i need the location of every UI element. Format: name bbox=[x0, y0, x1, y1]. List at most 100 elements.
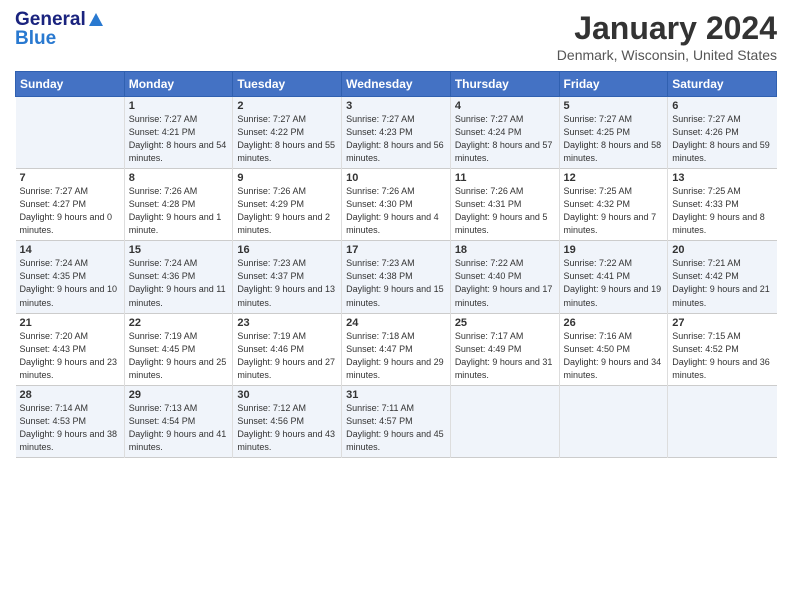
day-info: Sunrise: 7:24 AMSunset: 4:36 PMDaylight:… bbox=[129, 257, 229, 309]
day-cell: 10Sunrise: 7:26 AMSunset: 4:30 PMDayligh… bbox=[342, 169, 451, 241]
day-info: Sunrise: 7:12 AMSunset: 4:56 PMDaylight:… bbox=[237, 402, 337, 454]
day-cell: 28Sunrise: 7:14 AMSunset: 4:53 PMDayligh… bbox=[16, 385, 125, 457]
day-cell: 23Sunrise: 7:19 AMSunset: 4:46 PMDayligh… bbox=[233, 313, 342, 385]
day-cell: 4Sunrise: 7:27 AMSunset: 4:24 PMDaylight… bbox=[450, 97, 559, 169]
day-cell: 11Sunrise: 7:26 AMSunset: 4:31 PMDayligh… bbox=[450, 169, 559, 241]
day-info: Sunrise: 7:22 AMSunset: 4:41 PMDaylight:… bbox=[564, 257, 664, 309]
day-cell: 9Sunrise: 7:26 AMSunset: 4:29 PMDaylight… bbox=[233, 169, 342, 241]
day-number: 24 bbox=[346, 317, 446, 329]
day-cell: 16Sunrise: 7:23 AMSunset: 4:37 PMDayligh… bbox=[233, 241, 342, 313]
day-info: Sunrise: 7:25 AMSunset: 4:33 PMDaylight:… bbox=[672, 185, 772, 237]
day-info: Sunrise: 7:14 AMSunset: 4:53 PMDaylight:… bbox=[20, 402, 120, 454]
day-info: Sunrise: 7:27 AMSunset: 4:27 PMDaylight:… bbox=[20, 185, 120, 237]
header: General Blue January 2024 Denmark, Wisco… bbox=[15, 10, 777, 63]
day-info: Sunrise: 7:24 AMSunset: 4:35 PMDaylight:… bbox=[20, 257, 120, 309]
day-number: 12 bbox=[564, 172, 664, 184]
day-cell: 17Sunrise: 7:23 AMSunset: 4:38 PMDayligh… bbox=[342, 241, 451, 313]
day-info: Sunrise: 7:21 AMSunset: 4:42 PMDaylight:… bbox=[672, 257, 772, 309]
day-info: Sunrise: 7:27 AMSunset: 4:22 PMDaylight:… bbox=[237, 113, 337, 165]
day-info: Sunrise: 7:27 AMSunset: 4:26 PMDaylight:… bbox=[672, 113, 772, 165]
day-cell: 25Sunrise: 7:17 AMSunset: 4:49 PMDayligh… bbox=[450, 313, 559, 385]
day-number: 6 bbox=[672, 100, 772, 112]
title-section: January 2024 Denmark, Wisconsin, United … bbox=[557, 10, 777, 63]
day-info: Sunrise: 7:16 AMSunset: 4:50 PMDaylight:… bbox=[564, 330, 664, 382]
day-cell: 5Sunrise: 7:27 AMSunset: 4:25 PMDaylight… bbox=[559, 97, 668, 169]
day-cell bbox=[450, 385, 559, 457]
day-cell: 15Sunrise: 7:24 AMSunset: 4:36 PMDayligh… bbox=[124, 241, 233, 313]
day-info: Sunrise: 7:13 AMSunset: 4:54 PMDaylight:… bbox=[129, 402, 229, 454]
week-row-3: 21Sunrise: 7:20 AMSunset: 4:43 PMDayligh… bbox=[16, 313, 777, 385]
day-info: Sunrise: 7:19 AMSunset: 4:46 PMDaylight:… bbox=[237, 330, 337, 382]
day-info: Sunrise: 7:15 AMSunset: 4:52 PMDaylight:… bbox=[672, 330, 772, 382]
day-number: 19 bbox=[564, 244, 664, 256]
day-number: 20 bbox=[672, 244, 772, 256]
day-number: 1 bbox=[129, 100, 229, 112]
day-number: 9 bbox=[237, 172, 337, 184]
day-number: 11 bbox=[455, 172, 555, 184]
day-number: 3 bbox=[346, 100, 446, 112]
day-cell: 21Sunrise: 7:20 AMSunset: 4:43 PMDayligh… bbox=[16, 313, 125, 385]
day-number: 29 bbox=[129, 389, 229, 401]
day-info: Sunrise: 7:26 AMSunset: 4:28 PMDaylight:… bbox=[129, 185, 229, 237]
day-cell: 3Sunrise: 7:27 AMSunset: 4:23 PMDaylight… bbox=[342, 97, 451, 169]
day-info: Sunrise: 7:22 AMSunset: 4:40 PMDaylight:… bbox=[455, 257, 555, 309]
day-number: 27 bbox=[672, 317, 772, 329]
day-cell: 13Sunrise: 7:25 AMSunset: 4:33 PMDayligh… bbox=[668, 169, 777, 241]
day-info: Sunrise: 7:26 AMSunset: 4:31 PMDaylight:… bbox=[455, 185, 555, 237]
main-title: January 2024 bbox=[557, 10, 777, 47]
day-number: 21 bbox=[20, 317, 120, 329]
day-cell: 7Sunrise: 7:27 AMSunset: 4:27 PMDaylight… bbox=[16, 169, 125, 241]
day-number: 10 bbox=[346, 172, 446, 184]
day-cell: 29Sunrise: 7:13 AMSunset: 4:54 PMDayligh… bbox=[124, 385, 233, 457]
day-info: Sunrise: 7:20 AMSunset: 4:43 PMDaylight:… bbox=[20, 330, 120, 382]
day-cell: 20Sunrise: 7:21 AMSunset: 4:42 PMDayligh… bbox=[668, 241, 777, 313]
day-number: 4 bbox=[455, 100, 555, 112]
week-row-1: 7Sunrise: 7:27 AMSunset: 4:27 PMDaylight… bbox=[16, 169, 777, 241]
day-cell: 18Sunrise: 7:22 AMSunset: 4:40 PMDayligh… bbox=[450, 241, 559, 313]
day-cell: 8Sunrise: 7:26 AMSunset: 4:28 PMDaylight… bbox=[124, 169, 233, 241]
header-thursday: Thursday bbox=[450, 72, 559, 97]
day-number: 8 bbox=[129, 172, 229, 184]
day-cell: 27Sunrise: 7:15 AMSunset: 4:52 PMDayligh… bbox=[668, 313, 777, 385]
day-cell bbox=[16, 97, 125, 169]
day-info: Sunrise: 7:27 AMSunset: 4:21 PMDaylight:… bbox=[129, 113, 229, 165]
day-info: Sunrise: 7:11 AMSunset: 4:57 PMDaylight:… bbox=[346, 402, 446, 454]
day-info: Sunrise: 7:19 AMSunset: 4:45 PMDaylight:… bbox=[129, 330, 229, 382]
day-cell: 6Sunrise: 7:27 AMSunset: 4:26 PMDaylight… bbox=[668, 97, 777, 169]
day-cell: 24Sunrise: 7:18 AMSunset: 4:47 PMDayligh… bbox=[342, 313, 451, 385]
day-number: 17 bbox=[346, 244, 446, 256]
logo-general: General bbox=[15, 10, 86, 29]
header-row: Sunday Monday Tuesday Wednesday Thursday… bbox=[16, 72, 777, 97]
header-saturday: Saturday bbox=[668, 72, 777, 97]
day-number: 26 bbox=[564, 317, 664, 329]
day-number: 14 bbox=[20, 244, 120, 256]
day-number: 25 bbox=[455, 317, 555, 329]
day-number: 16 bbox=[237, 244, 337, 256]
day-info: Sunrise: 7:25 AMSunset: 4:32 PMDaylight:… bbox=[564, 185, 664, 237]
day-number: 23 bbox=[237, 317, 337, 329]
day-cell: 31Sunrise: 7:11 AMSunset: 4:57 PMDayligh… bbox=[342, 385, 451, 457]
logo-block: General Blue bbox=[15, 10, 103, 48]
day-info: Sunrise: 7:27 AMSunset: 4:23 PMDaylight:… bbox=[346, 113, 446, 165]
day-cell: 19Sunrise: 7:22 AMSunset: 4:41 PMDayligh… bbox=[559, 241, 668, 313]
day-info: Sunrise: 7:27 AMSunset: 4:24 PMDaylight:… bbox=[455, 113, 555, 165]
day-number: 2 bbox=[237, 100, 337, 112]
logo-blue: Blue bbox=[15, 29, 103, 48]
header-tuesday: Tuesday bbox=[233, 72, 342, 97]
day-number: 31 bbox=[346, 389, 446, 401]
header-friday: Friday bbox=[559, 72, 668, 97]
day-number: 22 bbox=[129, 317, 229, 329]
day-info: Sunrise: 7:27 AMSunset: 4:25 PMDaylight:… bbox=[564, 113, 664, 165]
day-cell: 22Sunrise: 7:19 AMSunset: 4:45 PMDayligh… bbox=[124, 313, 233, 385]
day-info: Sunrise: 7:23 AMSunset: 4:37 PMDaylight:… bbox=[237, 257, 337, 309]
day-cell bbox=[559, 385, 668, 457]
day-cell: 1Sunrise: 7:27 AMSunset: 4:21 PMDaylight… bbox=[124, 97, 233, 169]
day-number: 15 bbox=[129, 244, 229, 256]
day-info: Sunrise: 7:17 AMSunset: 4:49 PMDaylight:… bbox=[455, 330, 555, 382]
week-row-2: 14Sunrise: 7:24 AMSunset: 4:35 PMDayligh… bbox=[16, 241, 777, 313]
day-number: 18 bbox=[455, 244, 555, 256]
day-cell: 2Sunrise: 7:27 AMSunset: 4:22 PMDaylight… bbox=[233, 97, 342, 169]
day-cell: 26Sunrise: 7:16 AMSunset: 4:50 PMDayligh… bbox=[559, 313, 668, 385]
week-row-0: 1Sunrise: 7:27 AMSunset: 4:21 PMDaylight… bbox=[16, 97, 777, 169]
header-monday: Monday bbox=[124, 72, 233, 97]
